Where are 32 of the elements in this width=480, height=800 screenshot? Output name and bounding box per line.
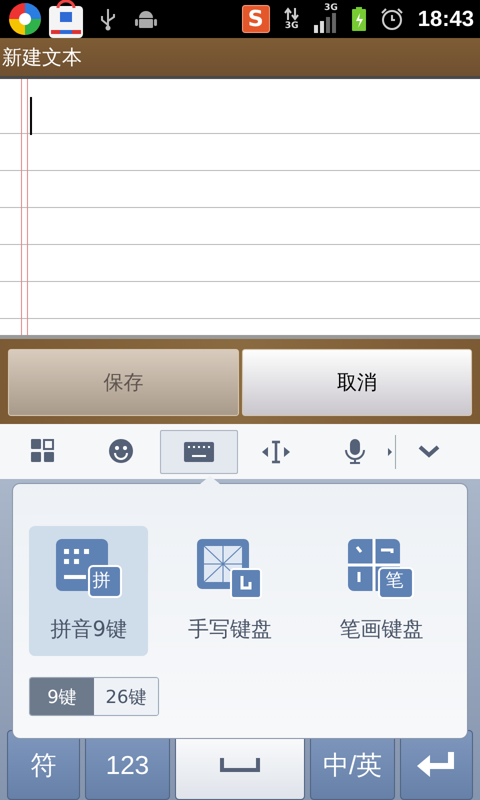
icon-character: 笔 — [385, 570, 404, 592]
network-label: 3G — [284, 21, 299, 31]
ime-badge: S — [242, 5, 270, 33]
data-arrows-icon — [284, 7, 300, 21]
input-mode-option[interactable]: 笔 笔画键盘 — [322, 526, 441, 656]
layout-toggle[interactable]: 9键 — [30, 678, 94, 715]
text-cursor-icon — [262, 438, 292, 464]
signal-icon — [314, 12, 338, 32]
stroke-keypad-icon — [348, 539, 414, 599]
cancel-button[interactable]: 取消 — [242, 349, 472, 416]
space-bar-icon — [220, 758, 260, 772]
shopping-bag-icon — [46, 0, 86, 38]
mode-label: 笔画键盘 — [339, 616, 424, 643]
alarm-clock-icon — [380, 7, 404, 31]
network-label: 3G — [324, 2, 338, 12]
layout-toggle[interactable]: 26键 — [94, 678, 158, 715]
battery-icon — [352, 7, 366, 31]
mode-label: 拼音9键 — [50, 616, 127, 643]
enter-arrow-icon — [416, 752, 457, 778]
input-mode-option[interactable]: 手写键盘 — [170, 526, 290, 656]
grid-icon — [31, 438, 55, 464]
window-title: 新建文本 — [2, 44, 82, 70]
input-mode-option[interactable]: 拼 拼音9键 — [29, 526, 148, 656]
usb-icon — [98, 7, 118, 31]
icon-character: 拼 — [92, 570, 111, 592]
toolbar-button[interactable] — [160, 430, 238, 474]
microphone-icon — [343, 438, 367, 464]
smiley-icon — [109, 438, 133, 464]
handwriting-pad-icon — [196, 539, 263, 599]
clock-time: 18:43 — [418, 6, 474, 32]
mode-label: 手写键盘 — [188, 616, 272, 643]
pinyin-keypad-icon — [56, 539, 122, 599]
